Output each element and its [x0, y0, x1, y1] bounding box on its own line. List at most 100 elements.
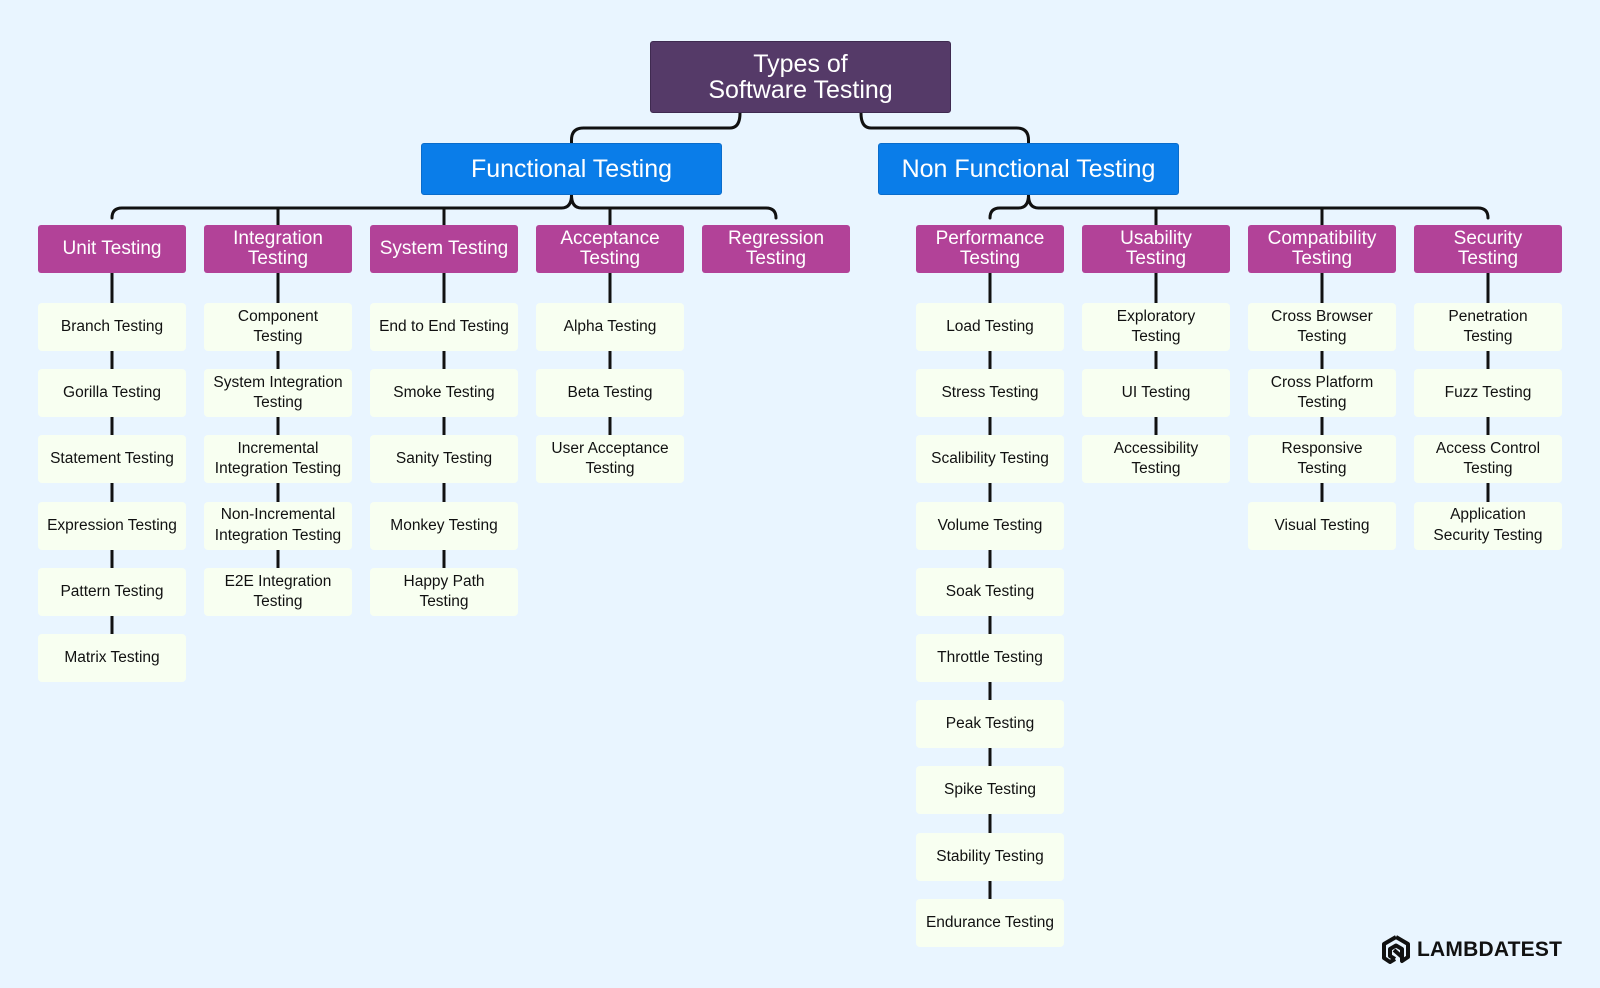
leaf-label: Scalibility Testing: [931, 450, 1049, 468]
leaf-node-access-control-testing: Access Control Testing: [1414, 435, 1562, 484]
leaf-label: Responsive Testing: [1281, 440, 1363, 478]
leaf-node-component-testing: Component Testing: [204, 303, 352, 351]
leaf-label: Stress Testing: [941, 384, 1039, 402]
leaf-label: Sanity Testing: [395, 450, 493, 468]
category-node-performance-testing: Performance Testing: [916, 225, 1064, 273]
leaf-node-gorilla-testing: Gorilla Testing: [38, 369, 186, 418]
leaf-node-pattern-testing: Pattern Testing: [38, 567, 186, 616]
root-title: Types of Software Testing: [708, 49, 893, 104]
leaf-node-throttle-testing: Throttle Testing: [916, 634, 1064, 682]
leaf-node-soak-testing: Soak Testing: [916, 567, 1064, 616]
leaf-label: Throttle Testing: [937, 648, 1043, 666]
leaf-label: Spike Testing: [944, 781, 1036, 799]
leaf-node-scalibility-testing: Scalibility Testing: [916, 435, 1064, 484]
leaf-node-e2e-integration-testing: E2E Integration Testing: [204, 567, 352, 616]
branch-label: Functional Testing: [470, 154, 673, 183]
category-label: Unit Testing: [62, 238, 162, 260]
leaf-label: Smoke Testing: [393, 384, 495, 402]
leaf-label: Peak Testing: [945, 715, 1035, 733]
leaf-label: Beta Testing: [567, 384, 653, 402]
leaf-node-ui-testing: UI Testing: [1082, 369, 1230, 418]
leaf-label: Penetration Testing: [1448, 307, 1528, 345]
category-node-system-testing: System Testing: [370, 225, 518, 273]
category-node-usability-testing: Usability Testing: [1082, 225, 1230, 273]
category-node-acceptance-testing: Acceptance Testing: [536, 225, 684, 273]
leaf-label: E2E Integration Testing: [224, 572, 332, 610]
lambdatest-logo-icon: [1382, 935, 1410, 964]
logo-text: LAMBDATEST: [1417, 938, 1563, 961]
leaf-label: Cross Browser Testing: [1271, 307, 1373, 345]
leaf-label: Incremental Integration Testing: [214, 440, 342, 478]
leaf-node-stress-testing: Stress Testing: [916, 369, 1064, 418]
leaf-node-load-testing: Load Testing: [916, 303, 1064, 351]
leaf-node-cross-platform-testing: Cross Platform Testing: [1248, 369, 1396, 418]
leaf-node-accessibility-testing: Accessibility Testing: [1082, 435, 1230, 484]
leaf-label: Volume Testing: [937, 516, 1043, 534]
leaf-node-cross-browser-testing: Cross Browser Testing: [1248, 303, 1396, 351]
mind-map: Types of Software Testing Functional Tes…: [0, 0, 1600, 988]
leaf-node-volume-testing: Volume Testing: [916, 501, 1064, 550]
branch-node-non-functional-testing: Non Functional Testing: [878, 143, 1179, 195]
leaf-node-non-incremental-integration-testing: Non-Incremental Integration Testing: [204, 501, 352, 550]
leaf-node-monkey-testing: Monkey Testing: [370, 501, 518, 550]
leaf-label: Happy Path Testing: [403, 572, 485, 610]
connector-functional-testing-right: [570, 193, 778, 220]
category-label: Compatibility Testing: [1267, 228, 1377, 269]
leaf-node-matrix-testing: Matrix Testing: [38, 634, 186, 682]
leaf-label: Cross Platform Testing: [1270, 374, 1374, 412]
leaf-label: Monkey Testing: [390, 516, 498, 534]
leaf-label: Statement Testing: [50, 450, 174, 468]
connector-root-non-functional: [859, 111, 1030, 145]
category-node-regression-testing: Regression Testing: [702, 225, 850, 273]
leaf-label: Stability Testing: [936, 847, 1044, 865]
leaf-label: Expression Testing: [47, 516, 177, 534]
connector-lines: [110, 111, 1490, 901]
category-label: Regression Testing: [727, 228, 825, 269]
category-label: Security Testing: [1453, 228, 1523, 269]
leaf-node-smoke-testing: Smoke Testing: [370, 369, 518, 418]
category-node-compatibility-testing: Compatibility Testing: [1248, 225, 1396, 273]
leaf-node-peak-testing: Peak Testing: [916, 700, 1064, 749]
leaf-node-alpha-testing: Alpha Testing: [536, 303, 684, 351]
branch-label: Non Functional Testing: [901, 154, 1156, 183]
root-node-types-of-software-testing: Types of Software Testing: [650, 41, 951, 113]
category-label: System Testing: [379, 238, 509, 260]
category-label: Performance Testing: [935, 228, 1045, 269]
leaf-node-sanity-testing: Sanity Testing: [370, 435, 518, 484]
leaf-label: Visual Testing: [1274, 516, 1370, 534]
category-node-unit-testing: Unit Testing: [38, 225, 186, 273]
leaf-node-visual-testing: Visual Testing: [1248, 501, 1396, 550]
leaf-label: Load Testing: [946, 317, 1034, 335]
leaf-node-system-integration-testing: System Integration Testing: [204, 369, 352, 418]
leaf-label: Matrix Testing: [64, 648, 160, 666]
leaf-label: Soak Testing: [945, 582, 1035, 600]
leaf-node-fuzz-testing: Fuzz Testing: [1414, 369, 1562, 418]
category-label: Integration Testing: [233, 228, 323, 269]
category-node-security-testing: Security Testing: [1414, 225, 1562, 273]
leaf-node-spike-testing: Spike Testing: [916, 766, 1064, 815]
leaf-node-stability-testing: Stability Testing: [916, 832, 1064, 881]
leaf-label: Alpha Testing: [563, 317, 657, 335]
leaf-label: Accessibility Testing: [1113, 440, 1199, 478]
connector-root-functional: [570, 111, 742, 145]
leaf-node-statement-testing: Statement Testing: [38, 435, 186, 484]
leaf-label: Access Control Testing: [1435, 440, 1541, 478]
leaf-label: Application Security Testing: [1433, 506, 1543, 544]
leaf-label: Pattern Testing: [60, 582, 164, 600]
leaf-label: End to End Testing: [379, 317, 509, 335]
leaf-node-happy-path-testing: Happy Path Testing: [370, 567, 518, 616]
leaf-node-branch-testing: Branch Testing: [38, 303, 186, 351]
leaf-label: System Integration Testing: [213, 374, 343, 412]
branch-node-functional-testing: Functional Testing: [421, 143, 722, 195]
leaf-label: Endurance Testing: [925, 913, 1055, 931]
leaf-label: Branch Testing: [60, 317, 164, 335]
leaf-label: Component Testing: [237, 307, 319, 345]
leaf-node-exploratory-testing: Exploratory Testing: [1082, 303, 1230, 351]
leaf-node-responsive-testing: Responsive Testing: [1248, 435, 1396, 484]
leaf-node-user-acceptance-testing: User Acceptance Testing: [536, 435, 684, 484]
lambdatest-logo: LAMBDATEST: [1381, 935, 1562, 965]
leaf-node-expression-testing: Expression Testing: [38, 501, 186, 550]
leaf-node-endurance-testing: Endurance Testing: [916, 898, 1064, 947]
connector-non-functional-testing-left: [988, 193, 1030, 220]
category-label: Usability Testing: [1120, 228, 1192, 269]
